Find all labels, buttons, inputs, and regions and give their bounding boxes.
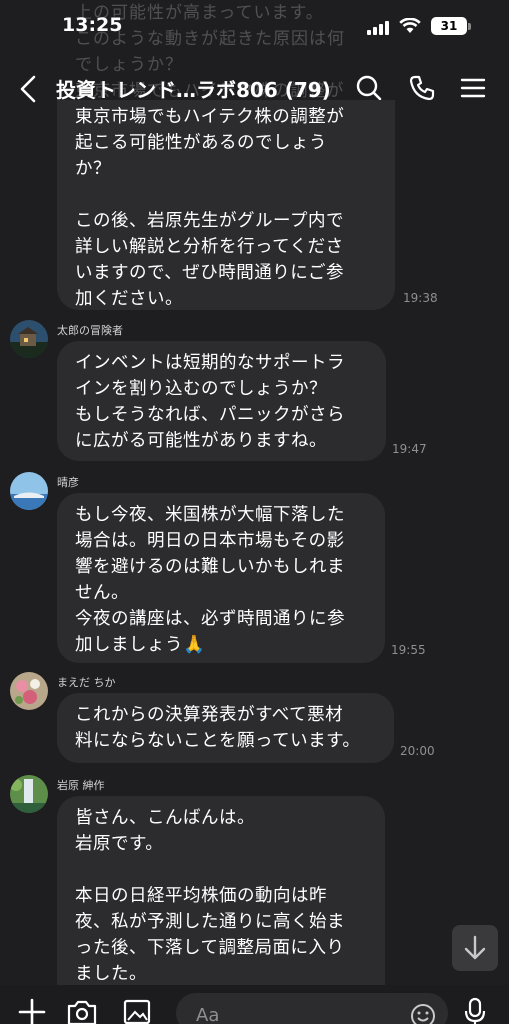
avatar[interactable] <box>10 775 48 813</box>
message-line: 詳しい解説と分析を行ってくださ <box>75 237 344 257</box>
message-line: インを割り込むのでしょうか？ <box>75 379 327 399</box>
message-line: この後、岩原先生がグループ内で <box>75 211 344 231</box>
message-line: もしそうなれば、パニックがさら <box>75 405 345 425</box>
image-icon[interactable] <box>122 997 152 1024</box>
message-bubble[interactable]: 皆さん、こんばんは。 岩原です。 本日の日経平均株価の動向は昨 夜、私が予測した… <box>57 796 385 996</box>
message-timestamp: 19:55 <box>391 643 426 657</box>
message-timestamp: 19:38 <box>403 291 438 305</box>
sender-name: まえだ ちか <box>57 676 116 689</box>
microphone-icon[interactable] <box>462 997 488 1024</box>
message-input-bar: Aa <box>0 985 509 1024</box>
message-bubble[interactable]: インベントは短期的なサポートラ インを割り込むのでしょうか？ もしそうなれば、パ… <box>57 341 386 461</box>
avatar[interactable] <box>10 672 48 710</box>
clock: 13:25 <box>62 14 123 36</box>
message-line: 東京市場でもハイテク株の調整が <box>75 107 345 127</box>
message-line: 皆さん、こんばんは。 <box>75 808 255 828</box>
search-icon[interactable] <box>355 74 383 102</box>
message-line: 加しましょう🙏 <box>75 635 206 655</box>
message-line: いますので、ぜひ時間通りにご参 <box>75 263 344 283</box>
avatar-image <box>10 672 48 710</box>
message-line: った後、下落して調整局面に入り <box>75 938 345 958</box>
message-bubble[interactable]: これからの決算発表がすべて悪材 料にならないことを願っています。 <box>57 693 394 763</box>
emoji-icon[interactable] <box>410 1003 436 1024</box>
message-line: に広がる可能性がありますね。 <box>75 431 327 451</box>
chat-screen: 上の可能性が高まっています。 このような動きが起きた原因は何 でしょうか？ 東京… <box>0 0 509 1024</box>
message-line: 岩原です。 <box>75 834 164 854</box>
cellular-signal-icon <box>367 21 391 35</box>
avatar[interactable] <box>10 472 48 510</box>
phone-icon[interactable] <box>408 74 436 102</box>
message-line: ました。 <box>75 964 147 984</box>
chat-title[interactable]: 投資トレンド…ラボ806 (79) <box>56 74 331 103</box>
message-line: もし今夜、米国株が大幅下落した <box>75 505 345 525</box>
avatar-image <box>10 472 48 510</box>
message-line: か？ <box>75 159 111 179</box>
avatar-image <box>10 775 48 813</box>
status-bar: 13:25 31 <box>0 0 509 52</box>
message-bubble[interactable]: もし今夜、米国株が大幅下落した 場合は。明日の日本市場もその影 響を避けるのは難… <box>57 493 385 663</box>
message-line: 起こる可能性があるのでしょう <box>75 133 327 153</box>
wifi-icon <box>399 18 421 33</box>
message-line <box>75 857 367 883</box>
avatar-image <box>10 320 48 358</box>
message-line: 今夜の講座は、必ず時間通りに参 <box>75 609 345 629</box>
message-line <box>75 182 377 208</box>
message-input-placeholder: Aa <box>196 1005 220 1024</box>
message-line: これからの決算発表がすべて悪材 <box>75 705 344 725</box>
message-line: 夜、私が予測した通りに高く始ま <box>75 912 345 932</box>
message-line: 料にならないことを願っています。 <box>75 731 361 751</box>
message-timestamp: 20:00 <box>400 744 435 758</box>
battery-icon: 31 <box>431 17 467 35</box>
plus-icon[interactable] <box>17 997 47 1024</box>
message-timestamp: 19:47 <box>392 442 427 456</box>
scroll-to-bottom-button[interactable] <box>452 925 498 971</box>
arrow-down-icon <box>464 935 486 960</box>
message-input[interactable]: Aa <box>176 993 448 1024</box>
message-line: 場合は。明日の日本市場もその影 <box>75 531 345 551</box>
avatar[interactable] <box>10 320 48 358</box>
message-bubble[interactable]: 東京市場でもハイテク株の調整が 起こる可能性があるのでしょう か？ この後、岩原… <box>57 100 395 310</box>
message-line: 響を避けるのは難しいかもしれま <box>75 557 345 577</box>
message-line: 本日の日経平均株価の動向は昨 <box>75 886 327 906</box>
message-line: インベントは短期的なサポートラ <box>75 353 345 373</box>
back-icon[interactable] <box>16 74 42 104</box>
sender-name: 太郎の冒険者 <box>57 324 123 337</box>
sender-name: 晴彦 <box>57 476 79 489</box>
menu-icon[interactable] <box>459 74 487 102</box>
camera-icon[interactable] <box>66 997 98 1024</box>
battery-tip <box>468 23 471 30</box>
sender-name: 岩原 紳作 <box>57 779 105 792</box>
message-line: 加ください。 <box>75 289 183 309</box>
message-line: せん。 <box>75 583 129 603</box>
